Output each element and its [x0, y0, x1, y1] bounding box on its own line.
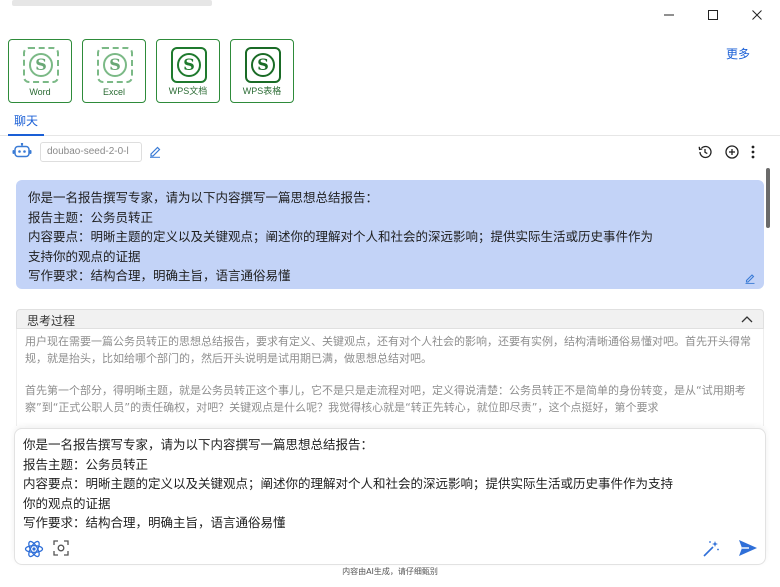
ai-disclaimer: 内容由AI生成，请仔细甄别: [342, 567, 438, 576]
maximize-button[interactable]: [690, 0, 736, 30]
window-title-area: [12, 0, 212, 6]
wps-writer-app-tile[interactable]: S WPS文档: [156, 39, 220, 103]
thinking-paragraph: 首先第一个部分，得明晰主题，就是公务员转正这个事儿，它不是只是走流程对吧，定义得…: [25, 384, 746, 414]
message-line: 支持你的观点的证据: [28, 248, 141, 264]
thinking-title: 思考过程: [27, 314, 76, 328]
input-line: 内容要点：明晰主题的定义以及关键观点；阐述你的理解对个人和社会的深远影响；提供实…: [23, 476, 674, 491]
close-button[interactable]: [734, 0, 780, 30]
wps-logo-icon: S: [171, 47, 207, 83]
chat-input-box[interactable]: 你是一名报告撰写专家，请为以下内容撰写一篇思想总结报告： 报告主题：公务员转正 …: [14, 428, 766, 565]
tile-label: Excel: [102, 87, 125, 97]
thinking-panel: 思考过程 用户现在需要一篇公务员转正的思想总结报告，要求有定义、关键观点，还有对…: [16, 309, 764, 426]
title-bar: [0, 0, 780, 30]
screen-capture-icon[interactable]: [52, 539, 70, 557]
minimize-button[interactable]: [646, 0, 692, 30]
model-bar: doubao-seed-2-0-l: [0, 140, 780, 164]
excel-app-tile[interactable]: S Excel: [82, 39, 146, 103]
wps-logo-icon: S: [245, 47, 281, 83]
send-icon[interactable]: [737, 538, 759, 558]
more-vertical-icon[interactable]: [748, 144, 758, 160]
input-line: 你是一名报告撰写专家，请为以下内容撰写一篇思想总结报告：: [23, 437, 374, 452]
thinking-header[interactable]: 思考过程: [16, 309, 764, 329]
word-app-tile[interactable]: S Word: [8, 39, 72, 103]
tile-label: WPS表格: [242, 86, 282, 96]
input-line: 写作要求：结构合理，明确主旨，语言通俗易懂: [23, 515, 286, 530]
message-line: 报告主题：公务员转正: [28, 209, 154, 225]
edit-message-icon[interactable]: [744, 272, 756, 284]
app-window: S Word S Excel S WPS文档 S WPS表格 更多 聊天 dou…: [0, 0, 780, 587]
chat-input-field[interactable]: 你是一名报告撰写专家，请为以下内容撰写一篇思想总结报告： 报告主题：公务员转正 …: [23, 435, 759, 531]
magic-wand-icon[interactable]: [701, 539, 721, 559]
conversation-scrollbar[interactable]: [766, 168, 770, 228]
wps-sheet-app-tile[interactable]: S WPS表格: [230, 39, 294, 103]
more-apps-link[interactable]: 更多: [726, 45, 750, 62]
model-selector[interactable]: doubao-seed-2-0-l: [40, 142, 142, 162]
minimize-icon: [664, 14, 674, 16]
message-line: 内容要点：明晰主题的定义以及关键观点；阐述你的理解对个人和社会的深远影响；提供实…: [28, 229, 654, 244]
input-line: 你的观点的证据: [23, 495, 111, 511]
wps-logo-icon: S: [23, 47, 59, 83]
conversation-area[interactable]: 你是一名报告撰写专家，请为以下内容撰写一篇思想总结报告： 报告主题：公务员转正 …: [0, 166, 780, 426]
robot-icon: [12, 143, 32, 158]
new-chat-icon[interactable]: [724, 144, 740, 160]
user-message-bubble: 你是一名报告撰写专家，请为以下内容撰写一篇思想总结报告： 报告主题：公务员转正 …: [16, 180, 764, 289]
edit-icon[interactable]: [148, 144, 162, 158]
close-icon: [752, 10, 762, 20]
input-line: 报告主题：公务员转正: [23, 456, 149, 472]
wps-logo-icon: S: [97, 47, 133, 83]
atom-icon[interactable]: [24, 539, 44, 559]
thinking-paragraph: 用户现在需要一篇公务员转正的思想总结报告，要求有定义、关键观点，还有对个人社会的…: [25, 335, 751, 365]
tile-label: Word: [29, 87, 51, 97]
maximize-icon: [708, 10, 718, 20]
tab-chat[interactable]: 聊天: [8, 112, 44, 136]
message-line: 写作要求：结构合理，明确主旨，语言通俗易懂: [28, 268, 291, 283]
message-line: 你是一名报告撰写专家，请为以下内容撰写一篇思想总结报告：: [28, 190, 379, 205]
tab-bar: 聊天: [0, 108, 780, 136]
tile-label: WPS文档: [168, 86, 208, 96]
history-icon[interactable]: [697, 144, 713, 160]
chevron-up-icon: [741, 316, 753, 323]
thinking-content: 用户现在需要一篇公务员转正的思想总结报告，要求有定义、关键观点，还有对个人社会的…: [16, 329, 764, 426]
